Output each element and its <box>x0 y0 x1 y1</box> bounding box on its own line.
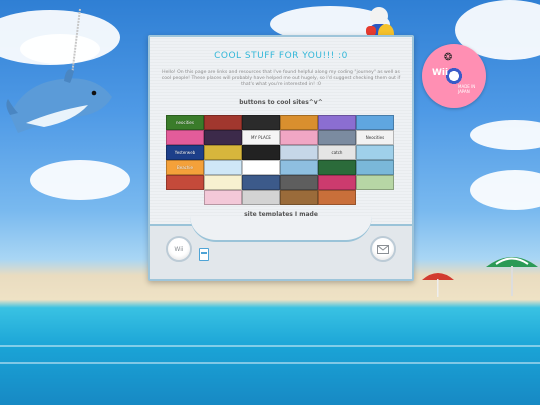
site-button[interactable] <box>204 190 242 205</box>
page-title: COOL STUFF FOR YOU!!! :0 <box>214 51 348 61</box>
site-button[interactable] <box>280 190 318 205</box>
cloud <box>470 120 540 150</box>
site-button[interactable] <box>242 145 280 160</box>
site-button[interactable] <box>356 145 394 160</box>
site-button[interactable] <box>166 130 204 145</box>
site-button[interactable]: Beachie <box>166 160 204 175</box>
site-button[interactable] <box>318 130 356 145</box>
site-button[interactable] <box>204 115 242 130</box>
dolphin-keychain-icon <box>6 8 112 133</box>
site-button[interactable] <box>356 160 394 175</box>
menu-bar-curve <box>190 216 372 242</box>
site-button[interactable] <box>318 160 356 175</box>
site-button[interactable] <box>204 145 242 160</box>
sd-card-icon[interactable] <box>199 248 209 261</box>
mail-button[interactable] <box>370 236 396 262</box>
site-button[interactable] <box>204 175 242 190</box>
site-button[interactable]: Yesterweb <box>166 145 204 160</box>
site-button[interactable] <box>356 175 394 190</box>
site-button[interactable] <box>242 160 280 175</box>
site-button[interactable] <box>280 175 318 190</box>
site-button[interactable] <box>280 145 318 160</box>
beach-umbrella-icon <box>486 257 538 296</box>
menu-bar: Wii <box>150 216 412 279</box>
main-window: COOL STUFF FOR YOU!!! :0 Hello! On this … <box>148 35 414 281</box>
site-button[interactable] <box>242 190 280 205</box>
disc-sub: MADE IN JAPAN <box>458 84 476 94</box>
buttons-heading: buttons to cool sites^v^ <box>239 99 323 106</box>
site-button[interactable] <box>318 175 356 190</box>
site-button[interactable]: neocities <box>166 115 204 130</box>
button-grid: neocities MY PLACE Neocities Yesterweb catch… <box>162 115 398 225</box>
site-button[interactable]: MY PLACE <box>242 130 280 145</box>
site-button[interactable] <box>166 175 204 190</box>
site-button[interactable] <box>242 175 280 190</box>
site-button[interactable]: catch <box>318 145 356 160</box>
wii-disc: ❂ Wii MADE IN JAPAN <box>422 44 486 108</box>
disc-label: Wii <box>432 68 449 78</box>
sea-wave <box>0 362 540 364</box>
site-button[interactable] <box>280 115 318 130</box>
cloud <box>30 160 130 200</box>
cloud <box>470 170 540 210</box>
intro-text: Hello! On this page are links and resour… <box>161 70 401 88</box>
mail-icon <box>377 244 389 254</box>
wii-menu-button[interactable]: Wii <box>166 236 192 262</box>
site-button[interactable] <box>204 130 242 145</box>
site-button[interactable] <box>318 190 356 205</box>
site-button[interactable] <box>280 130 318 145</box>
candy-icon: ❂ <box>444 52 453 63</box>
site-button[interactable] <box>280 160 318 175</box>
site-button[interactable] <box>318 115 356 130</box>
site-button[interactable]: Neocities <box>356 130 394 145</box>
sea-wave <box>0 345 540 347</box>
site-button[interactable] <box>356 115 394 130</box>
site-button[interactable] <box>204 160 242 175</box>
beach-umbrella-icon <box>422 273 454 297</box>
site-button[interactable] <box>242 115 280 130</box>
